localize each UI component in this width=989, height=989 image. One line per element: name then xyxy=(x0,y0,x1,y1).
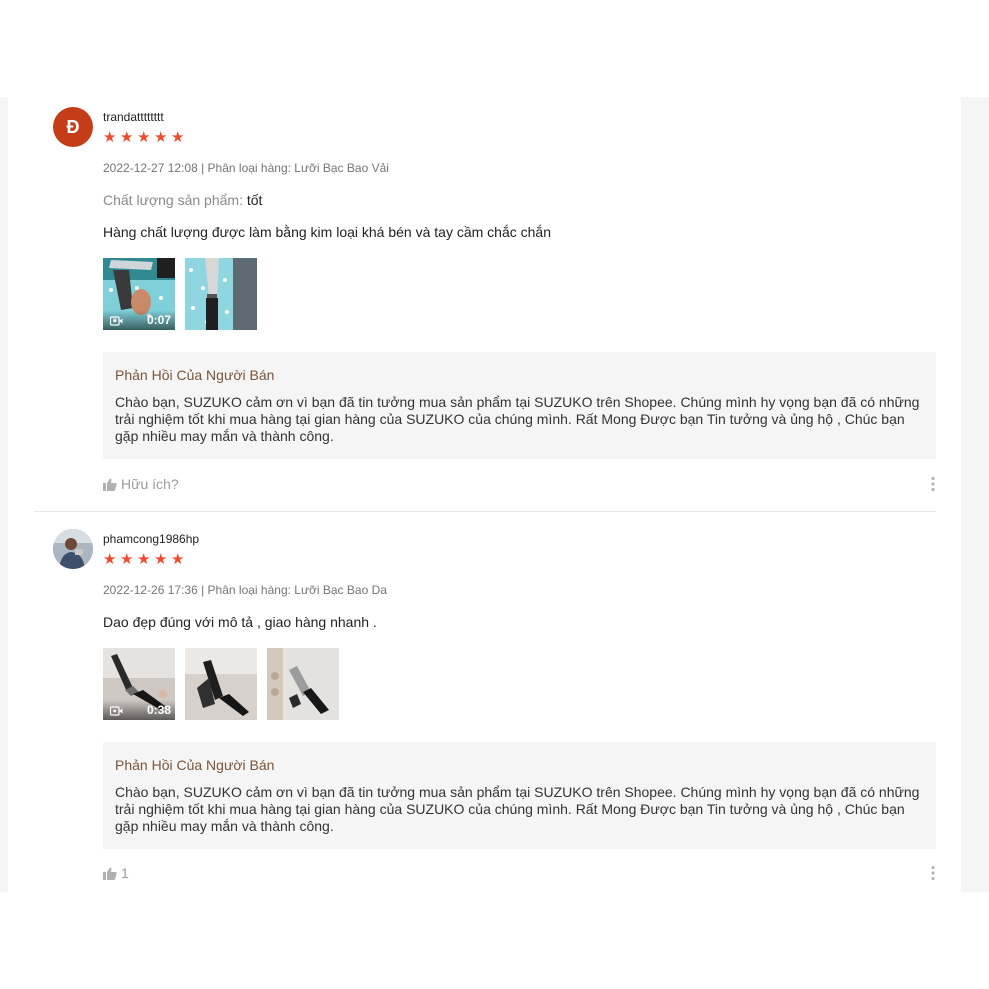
avatar[interactable]: Đ xyxy=(53,107,93,147)
quality-attribute: Chất lượng sản phẩm: tốt xyxy=(103,191,936,209)
variation-value: Lưỡi Bạc Bao Da xyxy=(294,583,387,597)
star-icon: ★ xyxy=(137,129,151,146)
reviewer-username[interactable]: phamcong1986hp xyxy=(103,531,936,547)
rating-stars: ★ ★ ★ ★ ★ xyxy=(103,551,936,568)
more-vertical-icon[interactable] xyxy=(930,476,936,492)
review-video-thumbnail[interactable]: 0:07 xyxy=(103,258,175,330)
seller-reply-text: Chào bạn, SUZUKO cảm ơn vì bạn đã tin tư… xyxy=(115,784,920,834)
rating-stars: ★ ★ ★ ★ ★ xyxy=(103,129,936,146)
video-camera-icon xyxy=(110,706,123,716)
video-duration: 0:07 xyxy=(146,313,171,327)
star-icon: ★ xyxy=(103,129,117,146)
seller-reply-text: Chào bạn, SUZUKO cảm ơn vì bạn đã tin tư… xyxy=(115,394,920,444)
star-icon: ★ xyxy=(171,129,185,146)
review-meta: 2022-12-27 12:08 | Phân loại hàng: Lưỡi … xyxy=(103,160,936,176)
review-media: 0:07 xyxy=(103,258,936,330)
helpful-label: Hữu ích? xyxy=(121,476,179,492)
review-item: phamcong1986hp ★ ★ ★ ★ ★ 2022-12-26 17:3… xyxy=(34,513,936,892)
helpful-button[interactable]: Hữu ích? xyxy=(103,474,936,494)
star-icon: ★ xyxy=(103,551,117,568)
left-gutter xyxy=(0,97,8,892)
review-image-thumbnail[interactable] xyxy=(267,648,339,720)
star-icon: ★ xyxy=(120,129,134,146)
review-media: 0:38 xyxy=(103,648,936,720)
seller-reply: Phản Hồi Của Người Bán Chào bạn, SUZUKO … xyxy=(103,742,936,849)
review-item: Đ trandatttttttt ★ ★ ★ ★ ★ 2022-12-27 12… xyxy=(34,97,936,512)
thumbs-up-icon xyxy=(103,867,117,880)
variation-label: Phân loại hàng: xyxy=(207,161,291,175)
star-icon: ★ xyxy=(154,129,168,146)
variation-value: Lưỡi Bạc Bao Vải xyxy=(294,161,389,175)
avatar-letter: Đ xyxy=(66,116,80,137)
video-camera-icon xyxy=(110,316,123,326)
review-actions: 1 xyxy=(103,863,936,883)
attribute-label: Chất lượng sản phẩm: xyxy=(103,192,243,208)
star-icon: ★ xyxy=(137,551,151,568)
star-icon: ★ xyxy=(120,551,134,568)
video-duration: 0:38 xyxy=(146,703,171,717)
review-image-thumbnail[interactable] xyxy=(185,258,257,330)
review-image-thumbnail[interactable] xyxy=(185,648,257,720)
more-vertical-icon[interactable] xyxy=(930,865,936,881)
review-content: phamcong1986hp ★ ★ ★ ★ ★ 2022-12-26 17:3… xyxy=(103,531,936,849)
review-comment: Dao đẹp đúng với mô tả , giao hàng nhanh… xyxy=(103,614,377,630)
helpful-count: 1 xyxy=(121,865,129,881)
avatar[interactable] xyxy=(53,529,93,569)
right-gutter xyxy=(961,97,989,892)
seller-reply-title: Phản Hồi Của Người Bán xyxy=(115,757,275,773)
seller-reply: Phản Hồi Của Người Bán Chào bạn, SUZUKO … xyxy=(103,352,936,459)
review-content: trandatttttttt ★ ★ ★ ★ ★ 2022-12-27 12:0… xyxy=(103,109,936,459)
variation-label: Phân loại hàng: xyxy=(207,583,291,597)
seller-reply-title: Phản Hồi Của Người Bán xyxy=(115,367,275,383)
review-actions: Hữu ích? xyxy=(103,474,936,494)
helpful-button[interactable]: 1 xyxy=(103,863,936,883)
star-icon: ★ xyxy=(154,551,168,568)
review-meta: 2022-12-26 17:36 | Phân loại hàng: Lưỡi … xyxy=(103,582,936,598)
review-date: 2022-12-27 12:08 xyxy=(103,161,198,175)
review-comment: Hàng chất lượng được làm bằng kim loại k… xyxy=(103,224,551,240)
attribute-value: tốt xyxy=(246,192,263,208)
star-icon: ★ xyxy=(171,551,185,568)
reviewer-username[interactable]: trandatttttttt xyxy=(103,109,936,125)
review-video-thumbnail[interactable]: 0:38 xyxy=(103,648,175,720)
review-date: 2022-12-26 17:36 xyxy=(103,583,198,597)
thumbs-up-icon xyxy=(103,478,117,491)
